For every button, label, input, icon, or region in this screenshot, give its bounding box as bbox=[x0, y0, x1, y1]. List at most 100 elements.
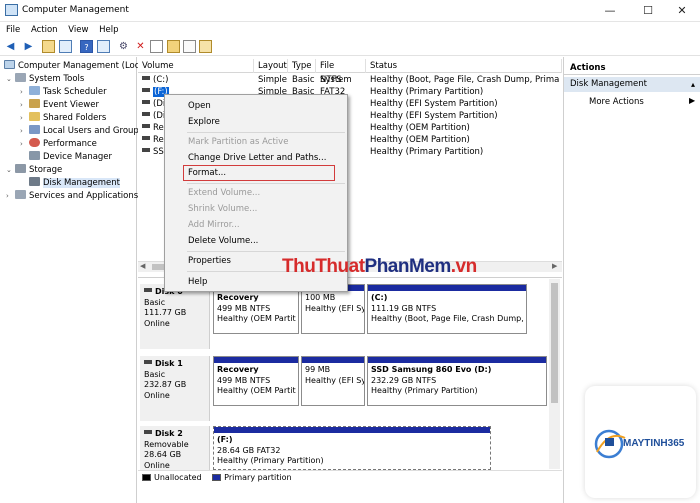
partition-c[interactable]: (C:) 111.19 GB NTFS Healthy (Boot, Page Fi… bbox=[367, 284, 527, 334]
check-icon[interactable] bbox=[150, 40, 163, 53]
partition-recovery[interactable]: Recovery 499 MB NTFS Healthy (OEM Partit bbox=[213, 356, 299, 406]
menu-item-open[interactable]: Open bbox=[188, 99, 211, 113]
menu-action[interactable]: Action bbox=[31, 22, 58, 38]
maytinh365-logo: MAYTINH365 bbox=[585, 386, 696, 498]
tree-item-root[interactable]: Computer Management (Local bbox=[4, 60, 147, 73]
task-scheduler-icon bbox=[29, 86, 40, 95]
menu-help[interactable]: Help bbox=[99, 22, 118, 38]
storage-icon bbox=[15, 164, 26, 173]
open-folder-icon[interactable] bbox=[167, 40, 180, 53]
menu-item-change-drive-letter[interactable]: Change Drive Letter and Paths... bbox=[188, 151, 326, 165]
column-layout[interactable]: Layout bbox=[254, 59, 288, 73]
column-type[interactable]: Type bbox=[288, 59, 316, 73]
watermark-text: ThuThuatPhanMem.vn bbox=[282, 256, 477, 277]
tree-item-task-scheduler[interactable]: › Task Scheduler bbox=[20, 86, 107, 99]
volume-icon bbox=[142, 88, 150, 92]
up-folder-icon[interactable] bbox=[42, 40, 55, 53]
menu-item-extend-volume: Extend Volume... bbox=[188, 188, 261, 198]
volume-icon bbox=[142, 124, 150, 128]
delete-icon[interactable]: ✕ bbox=[134, 40, 147, 53]
chevron-right-icon[interactable]: › bbox=[6, 190, 15, 203]
disk-icon bbox=[144, 360, 152, 364]
navigation-tree: Computer Management (Local ⌄ System Tools… bbox=[0, 57, 147, 503]
disk-management-icon bbox=[29, 177, 40, 186]
new-document-icon[interactable] bbox=[183, 40, 196, 53]
toolbar: ◀ ▶ ? ⚙ ✕ bbox=[0, 38, 700, 56]
partition-efi[interactable]: 99 MB Healthy (EFI Sy bbox=[301, 356, 365, 406]
volume-icon bbox=[142, 100, 150, 104]
volume-icon bbox=[142, 136, 150, 140]
close-button[interactable]: ✕ bbox=[664, 0, 700, 22]
tree-item-event-viewer[interactable]: › Event Viewer bbox=[20, 99, 99, 112]
primary-partition-swatch bbox=[212, 474, 222, 481]
tree-item-disk-management[interactable]: Disk Management bbox=[29, 177, 120, 190]
properties-icon[interactable] bbox=[97, 40, 110, 53]
performance-icon bbox=[29, 138, 40, 147]
disk-0-label[interactable]: Disk 0 Basic 111.77 GB Online bbox=[140, 284, 210, 349]
disk-2-label[interactable]: Disk 2 Removable 28.64 GB Online bbox=[140, 426, 210, 470]
menu-item-explore[interactable]: Explore bbox=[188, 115, 220, 129]
menu-file[interactable]: File bbox=[6, 22, 20, 38]
window-title: Computer Management bbox=[22, 5, 129, 15]
column-file-system[interactable]: File System bbox=[316, 59, 366, 85]
partition-f[interactable]: (F:) 28.64 GB FAT32 Healthy (Primary Parti… bbox=[213, 426, 491, 470]
menu-item-help[interactable]: Help bbox=[188, 275, 207, 289]
chevron-down-icon[interactable]: ⌄ bbox=[6, 73, 15, 86]
menu-item-format[interactable]: Format... bbox=[188, 166, 226, 180]
chevron-right-icon[interactable]: › bbox=[20, 125, 29, 138]
submenu-arrow-icon: ▶ bbox=[689, 96, 696, 105]
tools-icon bbox=[15, 73, 26, 82]
show-hide-tree-icon[interactable] bbox=[59, 40, 72, 53]
legend: Unallocated Primary partition bbox=[138, 470, 562, 483]
tree-item-local-users[interactable]: › Local Users and Groups bbox=[20, 125, 143, 138]
tree-item-storage[interactable]: ⌄ Storage bbox=[6, 164, 62, 177]
tree-item-performance[interactable]: › Performance bbox=[20, 138, 97, 151]
tree-item-services[interactable]: › Services and Applications bbox=[6, 190, 138, 203]
logo-name: MAYTINH365 bbox=[623, 438, 685, 449]
device-manager-icon bbox=[29, 151, 40, 160]
chevron-right-icon[interactable]: › bbox=[20, 112, 29, 125]
menu-item-shrink-volume: Shrink Volume... bbox=[188, 204, 258, 214]
chevron-right-icon[interactable]: › bbox=[20, 86, 29, 99]
unallocated-swatch bbox=[142, 474, 151, 481]
more-actions-item[interactable]: More Actions bbox=[564, 95, 700, 109]
chevron-down-icon[interactable]: ⌄ bbox=[6, 164, 15, 177]
menu-item-delete-volume[interactable]: Delete Volume... bbox=[188, 234, 258, 248]
volume-icon bbox=[142, 112, 150, 116]
disk-1-label[interactable]: Disk 1 Basic 232.87 GB Online bbox=[140, 356, 210, 421]
forward-arrow-icon[interactable]: ▶ bbox=[22, 40, 35, 53]
menu-item-mark-active: Mark Partition as Active bbox=[188, 137, 289, 147]
connect-icon[interactable]: ⚙ bbox=[117, 40, 130, 53]
scroll-right-icon[interactable]: ▶ bbox=[552, 262, 557, 270]
disk-icon bbox=[144, 288, 152, 292]
title-bar: Computer Management — ☐ ✕ bbox=[0, 0, 700, 22]
maximize-button[interactable]: ☐ bbox=[630, 0, 666, 22]
tree-item-device-manager[interactable]: Device Manager bbox=[29, 151, 112, 164]
scroll-left-icon[interactable]: ◀ bbox=[140, 262, 145, 270]
minimize-button[interactable]: — bbox=[592, 0, 628, 22]
volume-list-header: Volume Layout Type File System Status bbox=[138, 59, 562, 85]
menu-item-add-mirror: Add Mirror... bbox=[188, 220, 240, 230]
column-status[interactable]: Status bbox=[366, 59, 562, 73]
tree-item-shared-folders[interactable]: › Shared Folders bbox=[20, 112, 106, 125]
computer-icon bbox=[4, 60, 15, 69]
menu-item-properties[interactable]: Properties bbox=[188, 254, 231, 268]
volume-icon bbox=[142, 148, 150, 152]
scrollbar-thumb[interactable] bbox=[551, 283, 558, 403]
disk-map-vertical-scrollbar[interactable] bbox=[549, 279, 560, 469]
actions-header: Actions bbox=[564, 61, 700, 75]
menu-view[interactable]: View bbox=[68, 22, 88, 38]
tree-item-system-tools[interactable]: ⌄ System Tools bbox=[6, 73, 84, 86]
column-volume[interactable]: Volume bbox=[138, 59, 254, 73]
partition-d[interactable]: SSD Samsung 860 Evo (D:) 232.29 GB NTFS He… bbox=[367, 356, 547, 406]
actions-section-disk-management[interactable]: Disk Management bbox=[564, 77, 700, 92]
chevron-right-icon[interactable]: › bbox=[20, 138, 29, 151]
back-arrow-icon[interactable]: ◀ bbox=[4, 40, 17, 53]
disk-icon bbox=[144, 430, 152, 434]
chevron-right-icon[interactable]: › bbox=[20, 99, 29, 112]
menu-separator bbox=[187, 183, 345, 184]
export-icon[interactable] bbox=[199, 40, 212, 53]
help-icon[interactable]: ? bbox=[80, 40, 93, 53]
volume-row[interactable]: (C:) Simple Basic NTFS Healthy (Boot, Pa… bbox=[138, 74, 562, 86]
collapse-caret-icon[interactable]: ▴ bbox=[691, 80, 695, 89]
